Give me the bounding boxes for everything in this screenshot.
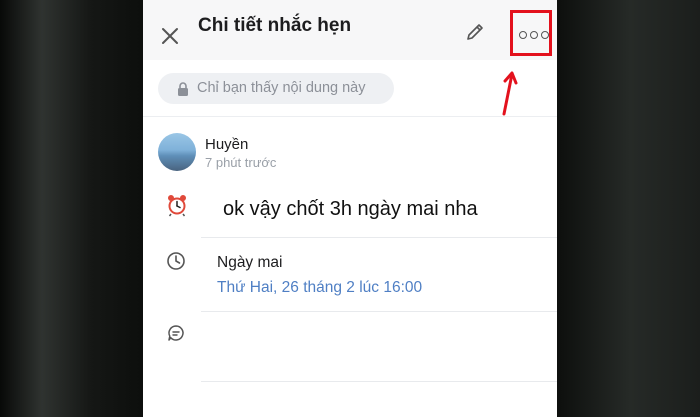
privacy-pill: Chỉ bạn thấy nội dung này	[158, 73, 394, 104]
header-bar: Chi tiết nhắc hẹn	[143, 0, 557, 60]
reminder-detail-screen: Chi tiết nhắc hẹn Chỉ bạn thấy nội dung …	[143, 0, 557, 417]
clock-icon	[167, 252, 185, 270]
reminder-text: ok vậy chốt 3h ngày mai nha	[223, 198, 478, 220]
page-title: Chi tiết nhắc hẹn	[198, 15, 352, 36]
privacy-label: Chỉ bạn thấy nội dung này	[197, 80, 366, 96]
arrow-up-icon	[502, 71, 518, 116]
close-icon[interactable]	[159, 25, 181, 47]
note-icon[interactable]	[166, 323, 186, 343]
pencil-icon[interactable]	[464, 21, 486, 43]
divider	[201, 311, 557, 312]
avatar[interactable]	[158, 133, 196, 171]
divider	[201, 381, 557, 382]
sender-timestamp: 7 phút trước	[205, 155, 277, 170]
schedule-datetime[interactable]: Thứ Hai, 26 tháng 2 lúc 16:00	[217, 279, 422, 297]
divider	[143, 116, 557, 117]
more-options-button[interactable]	[510, 10, 552, 56]
schedule-day-label: Ngày mai	[217, 254, 283, 271]
lock-icon	[178, 82, 188, 96]
sender-name: Huyền	[205, 136, 249, 153]
divider	[201, 237, 557, 238]
alarm-clock-icon	[168, 195, 186, 217]
more-icon	[519, 31, 549, 39]
